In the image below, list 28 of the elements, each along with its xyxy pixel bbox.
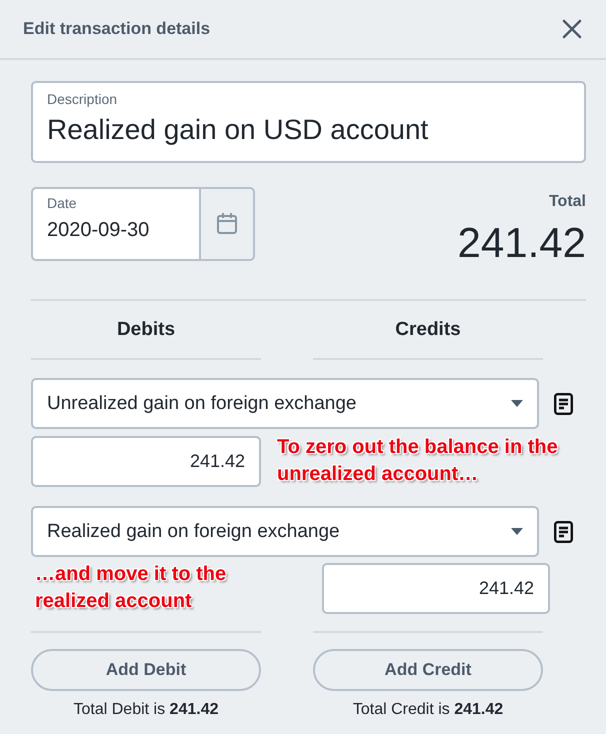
annotation-text: To zero out the balance in the unrealized account… [277,435,559,487]
total-summary: Total Debit is 241.42 [74,701,218,719]
total-summary: Total Credit is 241.42 [352,701,504,719]
caret-icon [511,528,523,535]
memo-icon[interactable] [554,520,573,542]
add-credit-button[interactable]: Add Credit [313,649,543,691]
amount-field[interactable]: 241.42 [322,562,550,614]
calendar-icon [217,213,237,235]
calendar-button[interactable] [201,187,255,261]
field-value: 2020-09-30 [47,219,150,242]
amount-field[interactable]: 241.42 [31,436,261,486]
account-select[interactable]: Realized gain on foreign exchange [31,506,539,557]
total-label: Total [548,193,586,211]
date-field[interactable]: Date 2020-09-30 [31,187,201,261]
field-label: Date [47,195,78,211]
field-value: Realized gain on USD account [47,114,430,146]
column-heading: Debits [31,301,261,360]
total-amount: 241.42 [458,219,586,267]
add-debit-button[interactable]: Add Debit [31,649,261,691]
description-field[interactable]: Description Realized gain on USD account [31,81,586,163]
annotation-text: …and move it to the realized account [35,562,228,614]
close-icon[interactable] [562,19,582,39]
dialog-title: Edit transaction details [23,19,210,39]
column-heading: Credits [313,301,543,360]
caret-icon [511,400,523,407]
field-label: Description [47,91,118,107]
memo-icon[interactable] [554,392,573,414]
account-select[interactable]: Unrealized gain on foreign exchange [31,378,539,429]
